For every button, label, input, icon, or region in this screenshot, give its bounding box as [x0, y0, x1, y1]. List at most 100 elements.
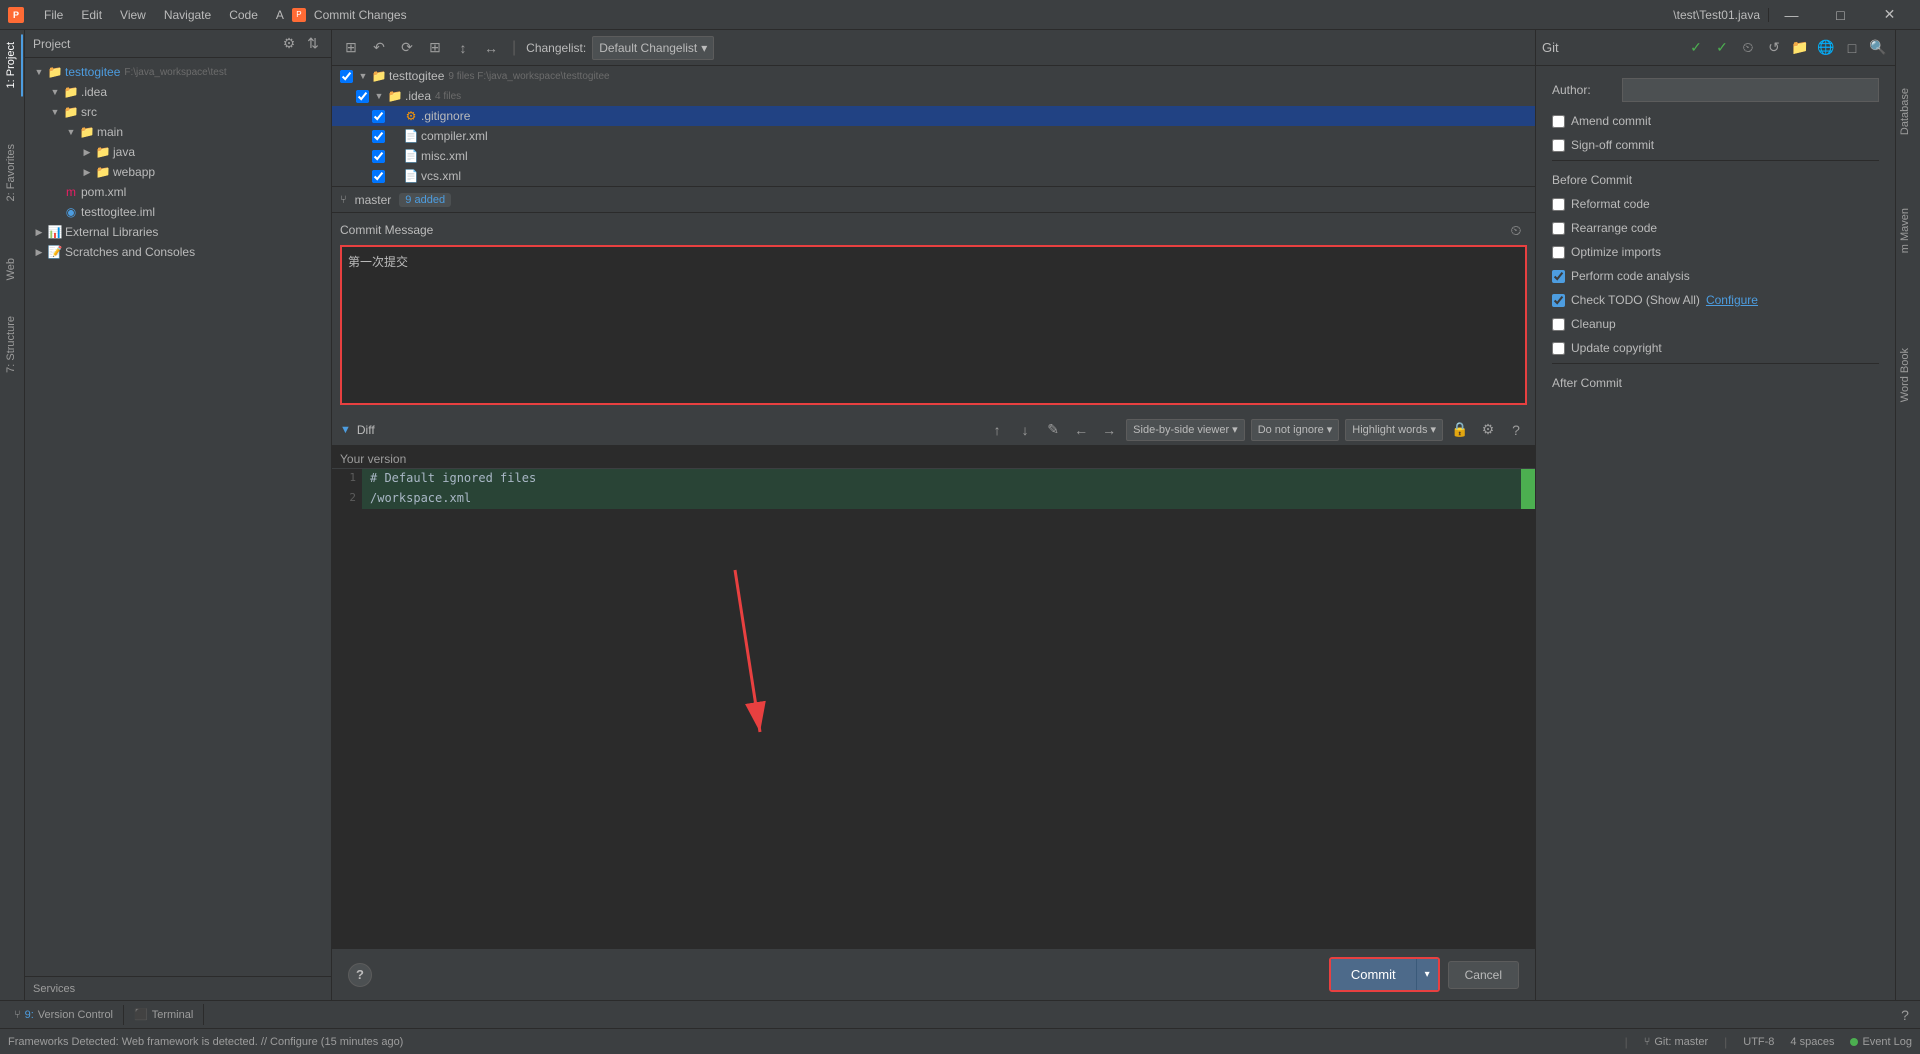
- favorites-tab[interactable]: 2: Favorites: [1, 136, 23, 209]
- root-checkbox[interactable]: [340, 70, 353, 83]
- menu-code[interactable]: Code: [221, 6, 266, 24]
- dialog-tree-compiler[interactable]: 📄 compiler.xml: [332, 126, 1535, 146]
- diff-help-btn[interactable]: ?: [1505, 419, 1527, 441]
- diff-next-btn[interactable]: →: [1098, 419, 1120, 441]
- misc-checkbox[interactable]: [372, 150, 385, 163]
- git-check2-btn[interactable]: ✓: [1711, 37, 1733, 59]
- event-log-btn[interactable]: Event Log: [1850, 1036, 1912, 1048]
- tree-item-webapp[interactable]: ▶ 📁 webapp: [25, 162, 331, 182]
- code-analysis-label[interactable]: Perform code analysis: [1571, 269, 1690, 283]
- tree-item-main[interactable]: ▼ 📁 main: [25, 122, 331, 142]
- menu-navigate[interactable]: Navigate: [156, 6, 219, 24]
- wordbook-tab[interactable]: Word Book: [1895, 340, 1917, 410]
- tree-item-scratches[interactable]: ▶ 📝 Scratches and Consoles: [25, 242, 331, 262]
- menu-view[interactable]: View: [112, 6, 154, 24]
- diff-collapse-arrow[interactable]: ▼: [340, 424, 351, 436]
- diff-down-btn[interactable]: ↓: [1014, 419, 1036, 441]
- menu-edit[interactable]: Edit: [73, 6, 110, 24]
- commit-button[interactable]: Commit: [1331, 959, 1416, 990]
- tree-item-pom[interactable]: m pom.xml: [25, 182, 331, 202]
- status-spaces[interactable]: 4 spaces: [1790, 1036, 1834, 1048]
- bottom-help-btn[interactable]: ?: [1894, 1004, 1916, 1026]
- check-todo-checkbox[interactable]: [1552, 294, 1565, 307]
- code-analysis-checkbox[interactable]: [1552, 270, 1565, 283]
- commit-dropdown-button[interactable]: ▾: [1416, 959, 1438, 990]
- cleanup-checkbox[interactable]: [1552, 318, 1565, 331]
- tree-item-ext-libs[interactable]: ▶ 📊 External Libraries: [25, 222, 331, 242]
- optimize-checkbox[interactable]: [1552, 246, 1565, 259]
- git-globe-btn[interactable]: 🌐: [1815, 37, 1837, 59]
- ignore-select[interactable]: Do not ignore ▾: [1251, 419, 1340, 441]
- reformat-label[interactable]: Reformat code: [1571, 197, 1650, 211]
- menu-file[interactable]: File: [36, 6, 71, 24]
- highlight-select[interactable]: Highlight words ▾: [1345, 419, 1443, 441]
- diff-up-btn[interactable]: ↑: [986, 419, 1008, 441]
- diff-lock-btn[interactable]: 🔒: [1449, 419, 1471, 441]
- amend-label[interactable]: Amend commit: [1571, 114, 1651, 128]
- diff-settings-btn[interactable]: ⚙: [1477, 419, 1499, 441]
- check-todo-label[interactable]: Check TODO (Show All): [1571, 293, 1700, 307]
- dialog-tree-vcs[interactable]: 📄 vcs.xml: [332, 166, 1535, 186]
- project-tab[interactable]: 1: Project: [1, 34, 23, 96]
- version-control-tab[interactable]: ⑂ 9: Version Control: [4, 1005, 124, 1025]
- git-folder-btn[interactable]: 📁: [1789, 37, 1811, 59]
- git-search-btn[interactable]: 🔍: [1867, 37, 1889, 59]
- minimize-button[interactable]: —: [1769, 0, 1814, 30]
- diff-prev-btn[interactable]: ←: [1070, 419, 1092, 441]
- dialog-tree-idea[interactable]: ▼ 📁 .idea 4 files: [332, 86, 1535, 106]
- compiler-checkbox[interactable]: [372, 130, 385, 143]
- database-tab[interactable]: Database: [1895, 80, 1917, 143]
- cleanup-label[interactable]: Cleanup: [1571, 317, 1616, 331]
- dialog-tree-gitignore[interactable]: ⚙ .gitignore: [332, 106, 1535, 126]
- tree-item-iml[interactable]: ◉ testtogitee.iml: [25, 202, 331, 222]
- dialog-tree-root[interactable]: ▼ 📁 testtogitee 9 files F:\java_workspac…: [332, 66, 1535, 86]
- toolbar-expand-btn[interactable]: ↕: [452, 37, 474, 59]
- author-input[interactable]: [1622, 78, 1879, 102]
- signoff-checkbox[interactable]: [1552, 139, 1565, 152]
- toolbar-collapse-btn[interactable]: ↔: [480, 37, 502, 59]
- terminal-tab[interactable]: ⬛ Terminal: [124, 1004, 204, 1025]
- structure-tab[interactable]: 7: Structure: [1, 308, 23, 381]
- status-encoding[interactable]: UTF-8: [1743, 1036, 1774, 1048]
- configure-link[interactable]: Configure: [1706, 293, 1758, 307]
- menu-a[interactable]: A: [268, 6, 292, 24]
- commit-msg-history-btn[interactable]: ⏲: [1505, 219, 1527, 241]
- rearrange-checkbox[interactable]: [1552, 222, 1565, 235]
- git-revert-btn[interactable]: ↺: [1763, 37, 1785, 59]
- commit-message-input[interactable]: 第一次提交: [340, 245, 1527, 405]
- tree-item-root[interactable]: ▼ 📁 testtogitee F:\java_workspace\test: [25, 62, 331, 82]
- copyright-checkbox[interactable]: [1552, 342, 1565, 355]
- toolbar-undo-btn[interactable]: ↶: [368, 37, 390, 59]
- signoff-label[interactable]: Sign-off commit: [1571, 138, 1654, 152]
- reformat-checkbox[interactable]: [1552, 198, 1565, 211]
- idea-checkbox[interactable]: [356, 90, 369, 103]
- maximize-button[interactable]: □: [1818, 0, 1863, 30]
- diff-edit-btn[interactable]: ✎: [1042, 419, 1064, 441]
- amend-checkbox[interactable]: [1552, 115, 1565, 128]
- changelist-select[interactable]: Default Changelist ▾: [592, 36, 714, 60]
- copyright-label[interactable]: Update copyright: [1571, 341, 1662, 355]
- toolbar-group-btn[interactable]: ⊞: [424, 37, 446, 59]
- optimize-label[interactable]: Optimize imports: [1571, 245, 1661, 259]
- vcs-checkbox[interactable]: [372, 170, 385, 183]
- rearrange-label[interactable]: Rearrange code: [1571, 221, 1657, 235]
- toolbar-refresh-btn[interactable]: ⟳: [396, 37, 418, 59]
- git-history-btn[interactable]: ⏲: [1737, 37, 1759, 59]
- sidebar-settings-btn[interactable]: ⚙: [279, 34, 299, 54]
- gitignore-checkbox[interactable]: [372, 110, 385, 123]
- tree-item-java[interactable]: ▶ 📁 java: [25, 142, 331, 162]
- cancel-button[interactable]: Cancel: [1448, 961, 1519, 989]
- tree-item-idea[interactable]: ▼ 📁 .idea: [25, 82, 331, 102]
- help-button[interactable]: ?: [348, 963, 372, 987]
- git-check1-btn[interactable]: ✓: [1685, 37, 1707, 59]
- dialog-tree-misc[interactable]: 📄 misc.xml: [332, 146, 1535, 166]
- git-layout-btn[interactable]: □: [1841, 37, 1863, 59]
- tree-item-src[interactable]: ▼ 📁 src: [25, 102, 331, 122]
- sidebar-expand-btn[interactable]: ⇅: [303, 34, 323, 54]
- misc-icon: 📄: [403, 148, 419, 164]
- maven-tab[interactable]: m Maven: [1895, 200, 1917, 261]
- toolbar-action-btn[interactable]: ⊞: [340, 37, 362, 59]
- web-tab[interactable]: Web: [1, 250, 23, 288]
- viewer-select[interactable]: Side-by-side viewer ▾: [1126, 419, 1245, 441]
- close-button[interactable]: ✕: [1867, 0, 1912, 30]
